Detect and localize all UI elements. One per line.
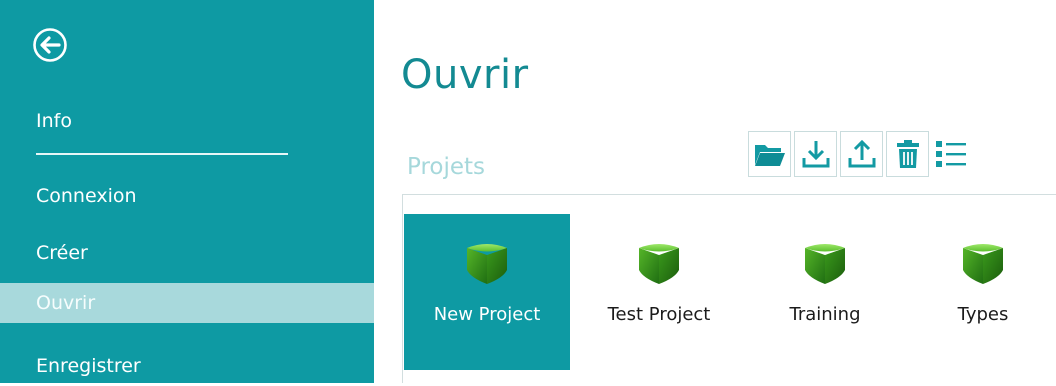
section-title: Projets: [407, 154, 486, 180]
sidebar-divider: [36, 153, 288, 155]
sidebar-item-creer[interactable]: Créer: [0, 233, 374, 273]
projects-toolbar: [748, 131, 970, 177]
download-icon: [802, 141, 829, 168]
page-title: Ouvrir: [401, 52, 529, 98]
sidebar-item-connexion[interactable]: Connexion: [0, 176, 374, 216]
list-view-button[interactable]: [932, 131, 970, 177]
project-label: Types: [957, 304, 1009, 325]
project-cube-icon: [639, 244, 679, 284]
open-folder-button[interactable]: [748, 131, 791, 177]
sidebar-item-ouvrir[interactable]: Ouvrir: [0, 283, 374, 323]
project-cube-icon: [963, 244, 1003, 284]
project-label: Test Project: [607, 304, 711, 325]
project-tile-training[interactable]: Training: [742, 214, 908, 370]
backstage-sidebar: Info Connexion Créer Ouvrir Enregistrer: [0, 0, 374, 383]
back-arrow-circle-icon: [33, 28, 67, 62]
delete-button[interactable]: [886, 131, 929, 177]
project-cube-icon: [805, 244, 845, 284]
list-view-icon: [936, 141, 966, 167]
sidebar-item-info[interactable]: Info: [0, 101, 374, 141]
project-tile-test-project[interactable]: Test Project: [576, 214, 742, 370]
sidebar-item-enregistrer[interactable]: Enregistrer: [0, 346, 374, 386]
upload-icon: [848, 139, 875, 168]
content-divider: [402, 194, 1056, 195]
project-cube-icon: [467, 244, 507, 284]
back-button[interactable]: [32, 27, 68, 63]
project-tile-new-project[interactable]: New Project: [404, 214, 570, 370]
folder-open-icon: [754, 145, 785, 166]
import-button[interactable]: [794, 131, 837, 177]
export-button[interactable]: [840, 131, 883, 177]
content-border: [402, 194, 403, 383]
project-label: New Project: [433, 304, 541, 325]
project-label: Training: [789, 304, 861, 325]
project-tile-types[interactable]: Types: [900, 214, 1056, 370]
trash-icon: [896, 140, 919, 168]
